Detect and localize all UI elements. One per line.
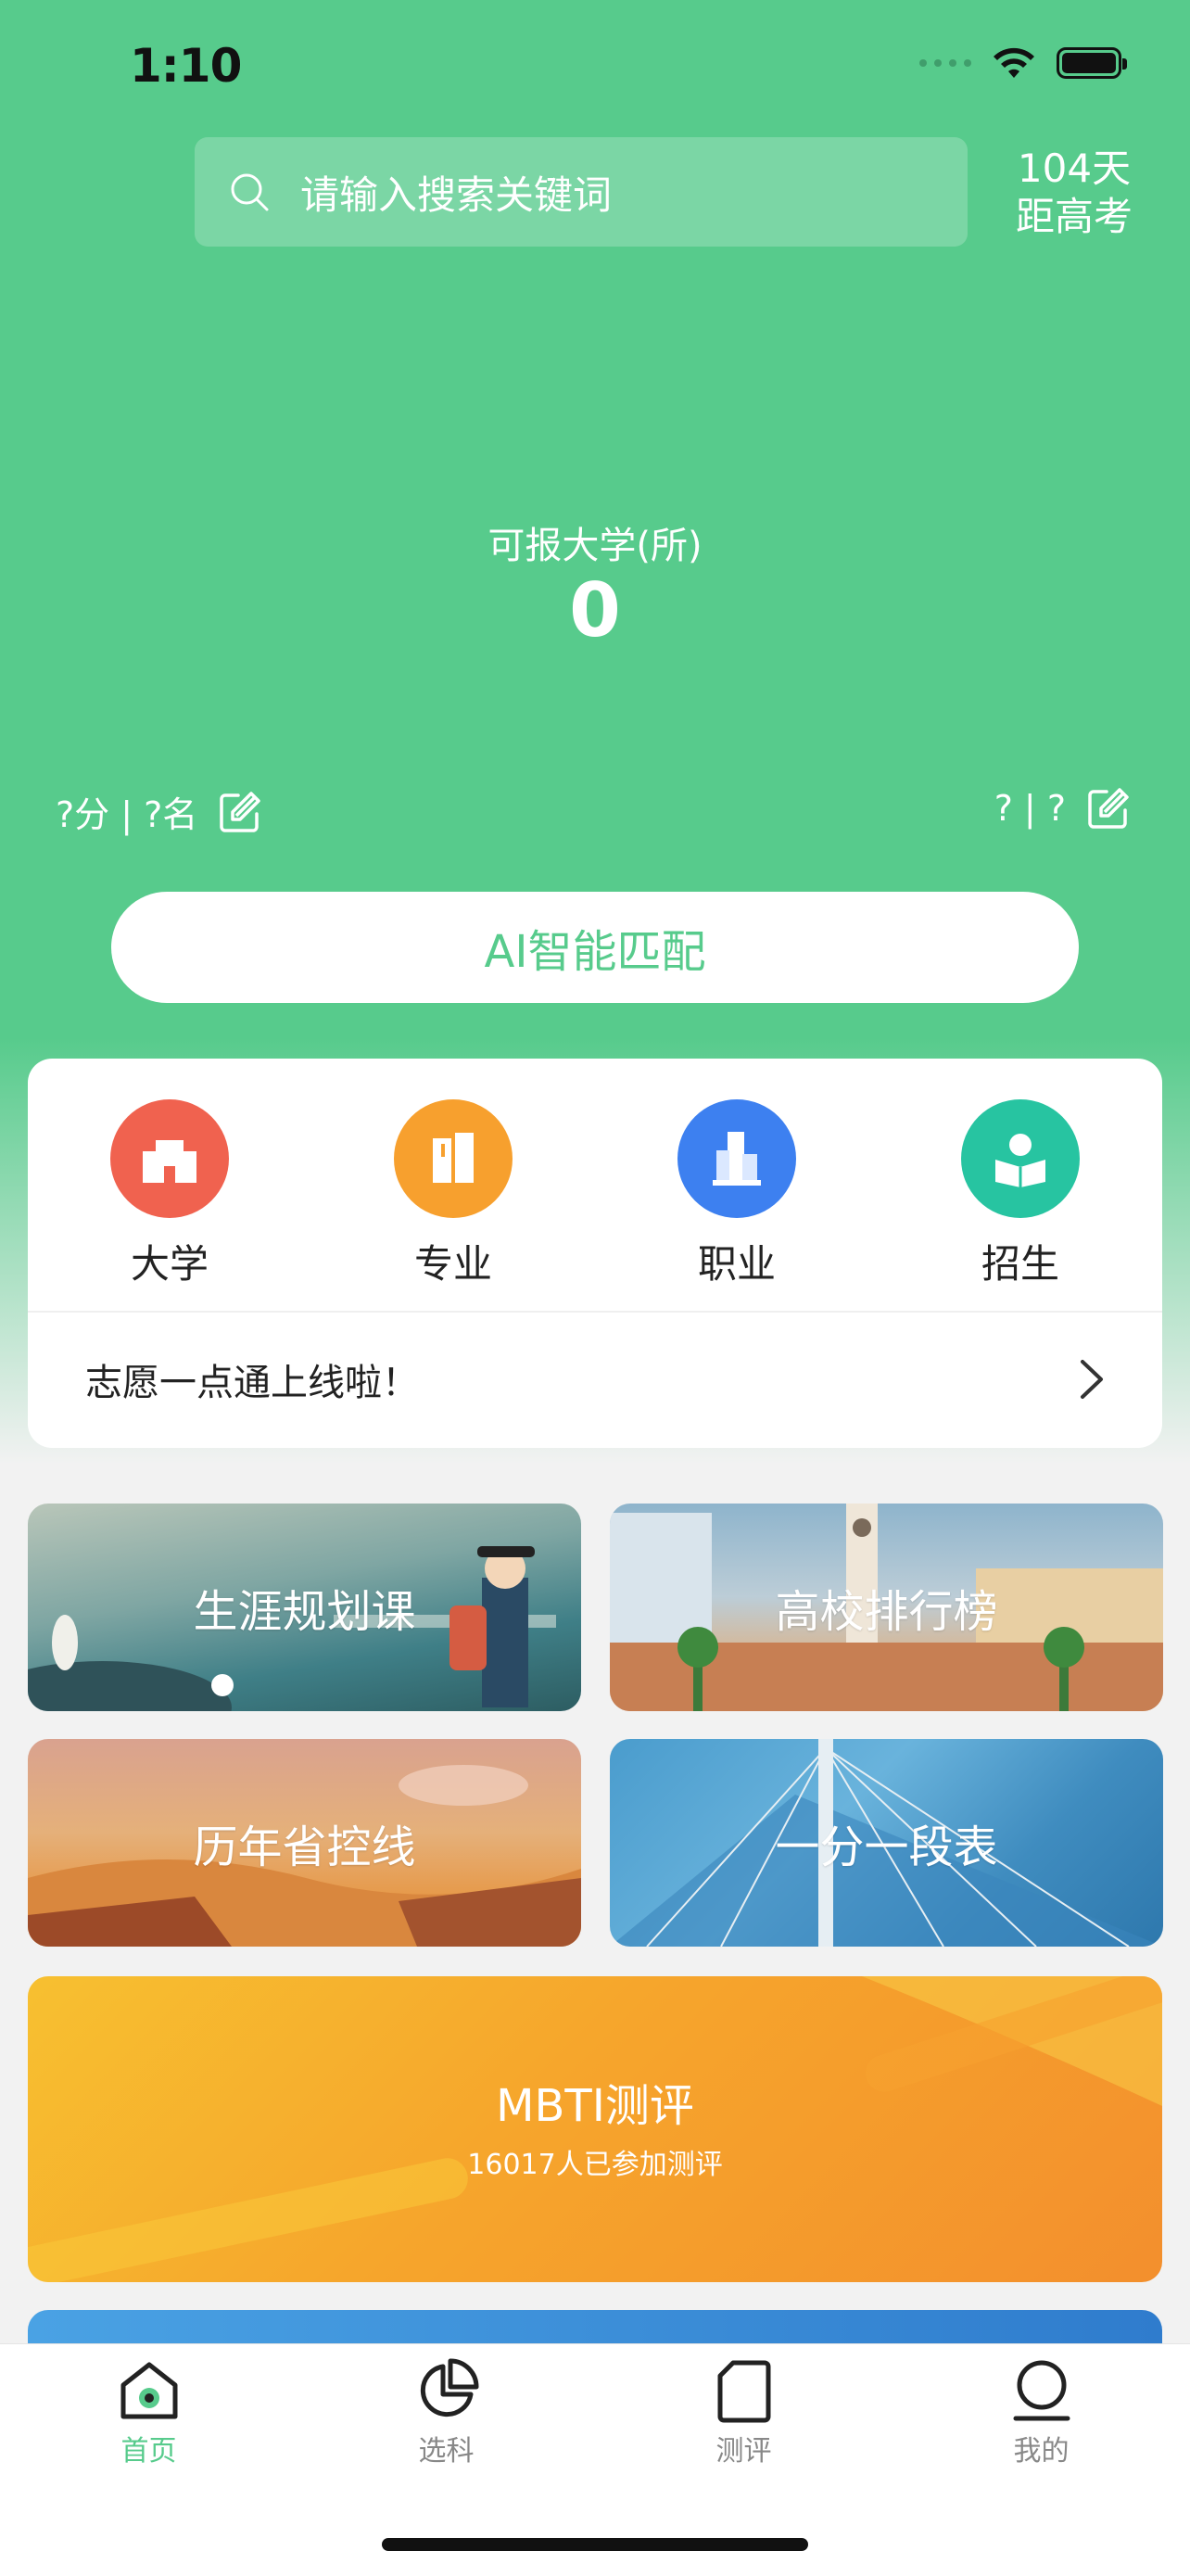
user-icon [1013, 2360, 1070, 2421]
reader-icon [961, 1099, 1080, 1218]
career-planning-course-tile[interactable]: 生涯规划课 [28, 1504, 581, 1711]
tile-label: 一分一段表 [775, 1821, 998, 1873]
tab-profile[interactable]: 我的 [892, 2357, 1190, 2468]
battery-icon [1057, 47, 1127, 79]
available-universities-count: 0 [569, 567, 621, 654]
score-rank-text: ?分 | ?名 [56, 794, 198, 835]
quick-link-career[interactable]: 职业 [595, 1099, 879, 1303]
chevron-right-icon [1081, 1360, 1103, 1399]
tab-assessment[interactable]: 测评 [595, 2357, 892, 2468]
ai-match-button[interactable]: AI智能匹配 [111, 892, 1079, 1003]
subject-selection-editor[interactable]: ? | ? [994, 786, 1131, 831]
quick-link-label: 专业 [413, 1241, 492, 1287]
document-icon [717, 2360, 770, 2423]
tab-label: 首页 [120, 2435, 177, 2468]
score-rank-editor[interactable]: ?分 | ?名 [56, 786, 262, 837]
quick-link-label: 大学 [130, 1241, 209, 1287]
quick-links-card: 大学 专业 职业 招生 志愿一点通上线啦！ [28, 1059, 1162, 1448]
countdown-label: 距高考 [1015, 194, 1133, 239]
quick-link-major[interactable]: 专业 [311, 1099, 595, 1303]
search-bar[interactable]: 请输入搜索关键词 [195, 137, 968, 247]
subject-selection-text: ? | ? [994, 788, 1066, 829]
quick-link-label: 职业 [697, 1241, 776, 1287]
tab-label: 测评 [715, 2435, 772, 2468]
tab-subject-selection[interactable]: 选科 [298, 2357, 595, 2468]
building-icon [677, 1099, 796, 1218]
tile-label: 高校排行榜 [775, 1586, 998, 1638]
tab-label: 我的 [1013, 2435, 1070, 2468]
mbti-participants: 16017人已参加测评 [467, 2149, 723, 2181]
home-indicator [382, 2538, 808, 2551]
quick-link-label: 招生 [981, 1241, 1059, 1287]
mbti-test-banner[interactable]: MBTI测评 16017人已参加测评 [28, 1976, 1162, 2282]
pie-chart-icon [420, 2358, 478, 2417]
tab-label: 选科 [418, 2435, 475, 2468]
tile-label: 生涯规划课 [193, 1586, 416, 1638]
score-rank-table-tile[interactable]: 一分一段表 [610, 1739, 1163, 1947]
cellular-signal-icon [919, 59, 971, 67]
notice-text: 志愿一点通上线啦！ [85, 1362, 419, 1404]
mbti-title: MBTI测评 [496, 2080, 694, 2132]
edit-icon[interactable] [1086, 786, 1131, 831]
tab-home[interactable]: 首页 [0, 2357, 298, 2468]
tile-label: 历年省控线 [193, 1821, 416, 1873]
exam-countdown: 104天 距高考 [1005, 145, 1144, 241]
status-icons [919, 46, 1127, 80]
countdown-days: 104天 [1017, 146, 1132, 191]
university-icon [110, 1099, 229, 1218]
university-ranking-tile[interactable]: 高校排行榜 [610, 1504, 1163, 1711]
edit-icon[interactable] [218, 790, 262, 834]
available-universities-label: 可报大学(所) [487, 525, 703, 567]
wifi-icon [994, 47, 1034, 78]
notice-banner[interactable]: 志愿一点通上线啦！ [85, 1311, 1105, 1448]
book-icon [394, 1099, 513, 1218]
search-placeholder: 请输入搜索关键词 [300, 171, 613, 218]
provincial-control-line-tile[interactable]: 历年省控线 [28, 1739, 581, 1947]
search-icon [231, 173, 269, 211]
quick-link-university[interactable]: 大学 [28, 1099, 311, 1303]
quick-link-admission[interactable]: 招生 [879, 1099, 1162, 1303]
status-time: 1:10 [130, 39, 242, 93]
home-icon [120, 2362, 177, 2419]
